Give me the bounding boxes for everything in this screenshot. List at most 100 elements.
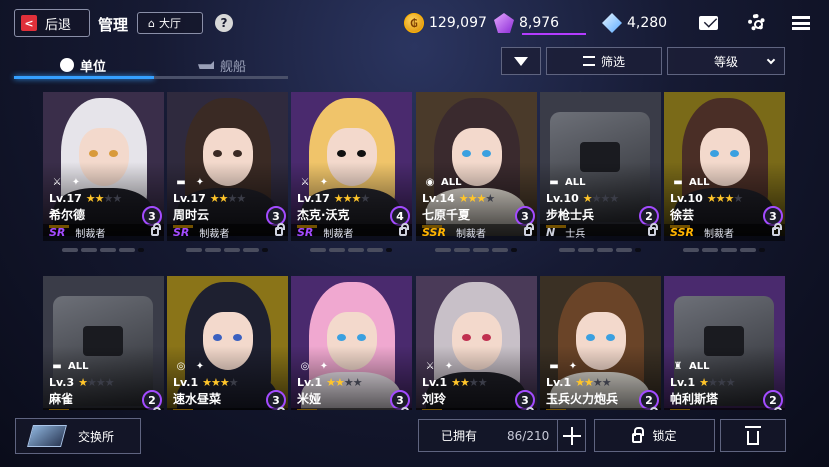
exchange-button[interactable]: 交换所: [15, 418, 141, 454]
role-icon: ALL: [689, 177, 710, 188]
filter-button[interactable]: 筛选: [546, 47, 662, 75]
unit-stars: ★★★★: [451, 376, 487, 389]
unit-card[interactable]: ◎ ✦ Lv.1 ★★★★ 速水昼菜 3 SSR 制裁者: [167, 276, 288, 410]
equipment-slots: [62, 248, 144, 252]
unit-faction: 制裁者: [455, 229, 486, 240]
crystal-underline: [522, 33, 586, 35]
role-icon: ALL: [441, 177, 462, 188]
lock-icon[interactable]: [275, 223, 285, 236]
diamond-currency[interactable]: 4,280: [602, 13, 667, 33]
level-row: Lv.17 ★★★★: [297, 192, 370, 205]
role-icon: ▬: [176, 177, 186, 188]
star-icon: ★: [706, 192, 717, 205]
star-icon: ★: [725, 376, 736, 389]
lock-icon[interactable]: [399, 223, 409, 236]
tab-ships[interactable]: 舰船: [198, 52, 246, 78]
level-row: Lv.1 ★★★★: [173, 376, 239, 389]
unit-faction: 士兵: [565, 229, 586, 240]
equipment-slot: [386, 248, 392, 252]
level-row: Lv.3 ★★★★: [49, 376, 115, 389]
level-row: Lv.10 ★★★★: [546, 192, 619, 205]
delete-button[interactable]: [720, 419, 786, 452]
equipment-slot: [224, 248, 240, 252]
lock-icon[interactable]: [648, 223, 658, 236]
unit-footer: SR 制裁者: [540, 407, 661, 410]
unit-stars: ★★★★: [699, 376, 735, 389]
unit-roles: ◎ ✦: [297, 360, 332, 374]
equipment-slot: [81, 248, 97, 252]
lobby-button[interactable]: ⌂ 大厅: [137, 12, 203, 34]
help-icon[interactable]: ?: [215, 14, 233, 32]
exchange-icon: [27, 425, 67, 447]
unit-level: Lv.1: [546, 376, 572, 389]
star-icon: ★: [715, 192, 726, 205]
unit-roles: ▬ ✦: [173, 176, 208, 190]
equipment-slot: [578, 248, 594, 252]
tab-units[interactable]: 单位: [60, 52, 106, 78]
equipment-slot: [186, 248, 202, 252]
unit-name: 帕利斯塔: [670, 392, 719, 406]
menu-icon[interactable]: [792, 16, 810, 30]
gold-amount: 129,097: [429, 15, 487, 31]
unit-faction: 制裁者: [207, 409, 237, 410]
equipment-slots: [435, 248, 517, 252]
plus-icon[interactable]: [563, 427, 581, 445]
star-icon: ★: [202, 376, 212, 389]
level-row: Lv.17 ★★★★: [173, 192, 246, 205]
unit-card[interactable]: ♜ ALL Lv.1 ★★★★ 帕利斯塔 2 N 士兵: [664, 276, 785, 410]
unit-roles: ♜ ALL: [670, 360, 710, 374]
unit-card[interactable]: ▬ ✦ Lv.1 ★★★★ 玉兵火力炮兵 2 SR 制裁者: [540, 276, 661, 410]
lock-icon[interactable]: [772, 223, 782, 236]
gear-icon[interactable]: [748, 14, 765, 31]
unit-level: Lv.17: [49, 192, 82, 205]
unit-card[interactable]: ⚔ ✦ Lv.17 ★★★★ 杰克·沃克 4 SR 制裁者: [291, 92, 412, 258]
unit-portrait-eye: [337, 334, 346, 341]
unit-card[interactable]: ⚔ ✦ Lv.17 ★★★★ 希尔德 3 SR 制裁者: [43, 92, 164, 258]
equipment-slot: [348, 248, 364, 252]
gold-currency[interactable]: ₲ 129,097: [404, 13, 487, 33]
filter-button-label: 筛选: [600, 54, 625, 69]
star-icon: ★: [458, 192, 469, 205]
star-icon: ★: [209, 192, 220, 205]
unit-card[interactable]: ▬ ALL Lv.3 ★★★★ 麻雀 2 N 士兵: [43, 276, 164, 410]
role-icon: ▬: [673, 177, 683, 188]
mail-icon[interactable]: [699, 16, 718, 30]
lock-button[interactable]: 锁定: [594, 419, 715, 452]
tab-units-indicator: [14, 76, 154, 79]
unit-faction: 制裁者: [75, 229, 106, 240]
unit-card[interactable]: ▬ ✦ Lv.17 ★★★★ 周时云 3 SR 制裁者: [167, 92, 288, 258]
role-icon: ✦: [195, 361, 205, 372]
star-icon: ★: [460, 376, 470, 389]
unit-card[interactable]: ⚔ ✦ Lv.1 ★★★★ 刘玲 3 SR 制裁者: [416, 276, 537, 410]
unit-footer: SR 制裁者: [291, 223, 412, 241]
sort-direction-button[interactable]: [501, 47, 541, 75]
unit-card[interactable]: ▬ ALL Lv.10 ★★★★ 步枪士兵 2 N 士兵: [540, 92, 661, 258]
star-icon: ★: [360, 192, 370, 205]
unit-rarity: SR: [297, 226, 314, 239]
unit-card[interactable]: ◉ ALL Lv.14 ★★★★ 七原千夏 3 SSR 制裁者: [416, 92, 537, 258]
role-icon: ✦: [319, 177, 329, 188]
exchange-button-label: 交换所: [78, 429, 115, 444]
back-button[interactable]: < 后退: [14, 9, 90, 37]
unit-portrait-eye: [586, 334, 595, 341]
lock-icon[interactable]: [524, 223, 534, 236]
equipment-slot: [367, 248, 383, 252]
unit-stars: ★★★★: [459, 192, 495, 205]
unit-level: Lv.1: [422, 376, 448, 389]
role-icon: ✦: [195, 177, 205, 188]
unit-portrait-eye: [730, 150, 739, 157]
role-icon: ◎: [300, 361, 310, 372]
unit-card[interactable]: ▬ ALL Lv.10 ★★★★ 徐芸 3 SSR 制裁者: [664, 92, 785, 258]
equipment-slot: [740, 248, 756, 252]
unit-stars: ★★★★: [86, 192, 122, 205]
lock-icon[interactable]: [151, 223, 161, 236]
crystal-currency[interactable]: 8,976: [494, 13, 559, 33]
triangle-down-icon: [514, 56, 528, 66]
equipment-slots: [186, 248, 268, 252]
level-row: Lv.1 ★★★★: [297, 376, 363, 389]
sort-select[interactable]: 等级: [667, 47, 785, 75]
role-icon: ✦: [71, 177, 81, 188]
unit-footer: SR 制裁者: [43, 223, 164, 241]
unit-card[interactable]: ◎ ✦ Lv.1 ★★★★ 米娅 3 SR 制裁者: [291, 276, 412, 410]
equipment-slot: [702, 248, 718, 252]
